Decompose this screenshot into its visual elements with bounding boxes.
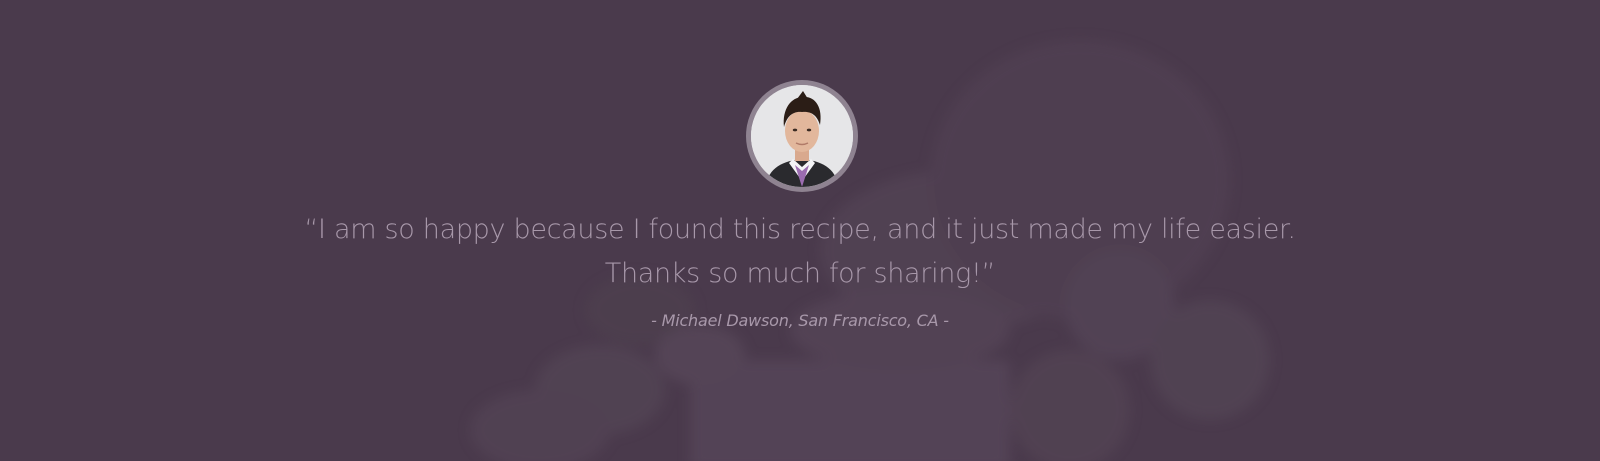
testimonial-section: “I am so happy because I found this reci… — [0, 0, 1600, 461]
avatar-photo — [751, 85, 853, 187]
testimonial-content: “I am so happy because I found this reci… — [0, 0, 1600, 461]
testimonial-quote: “I am so happy because I found this reci… — [200, 208, 1400, 296]
quote-line-2: Thanks so much for sharing!” — [604, 258, 996, 289]
avatar — [746, 80, 858, 192]
quote-line-1: “I am so happy because I found this reci… — [304, 214, 1296, 245]
testimonial-author: - Michael Dawson, San Francisco, CA - — [651, 311, 949, 330]
